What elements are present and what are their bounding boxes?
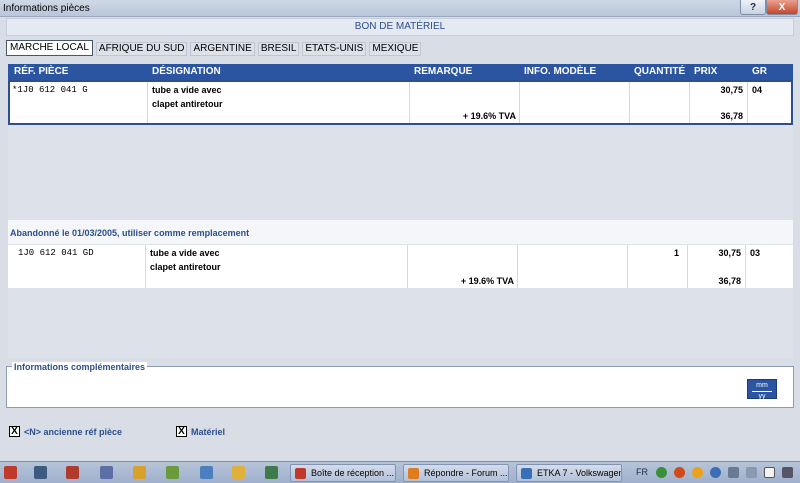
tab-marche-local[interactable]: MARCHE LOCAL bbox=[6, 40, 93, 56]
checkbox-materiel-box[interactable]: X bbox=[176, 426, 187, 437]
close-button[interactable]: X bbox=[766, 0, 798, 15]
mmyy-top: mm bbox=[756, 382, 768, 389]
replacement-prix-tva: 36,78 bbox=[718, 276, 741, 286]
tab-afrique-du-sud[interactable]: AFRIQUE DU SUD bbox=[95, 42, 188, 56]
designation-line2: clapet antiretour bbox=[152, 99, 223, 109]
quicklaunch-icon-4[interactable] bbox=[166, 466, 179, 479]
quicklaunch-icon-2[interactable] bbox=[100, 466, 113, 479]
volume-icon[interactable] bbox=[782, 467, 793, 478]
tray-icon-3[interactable] bbox=[692, 467, 703, 478]
table-header: RÉF. PIÈCE DÉSIGNATION REMARQUE INFO. MO… bbox=[8, 64, 793, 80]
task-button-etka[interactable]: ETKA 7 - Volkswagen bbox=[516, 464, 622, 482]
col-gr[interactable]: GR bbox=[746, 64, 793, 80]
table-row-replacement[interactable]: 1J0 612 041 GD tube a vide avec clapet a… bbox=[8, 245, 793, 288]
tray-icon-6[interactable] bbox=[746, 467, 757, 478]
info-complementaires-box bbox=[6, 366, 794, 408]
quicklaunch-icon-6[interactable] bbox=[232, 466, 245, 479]
language-indicator[interactable]: FR bbox=[636, 467, 648, 477]
checkbox-ancienne-ref[interactable]: X <N> ancienne réf pièce bbox=[9, 426, 122, 437]
firefox-icon bbox=[408, 468, 419, 479]
quicklaunch-icon-5[interactable] bbox=[200, 466, 213, 479]
replacement-designation-line2: clapet antiretour bbox=[150, 262, 221, 272]
checkbox-ancienne-ref-label: <N> ancienne réf pièce bbox=[24, 426, 123, 437]
battery-icon[interactable] bbox=[764, 467, 775, 478]
info-complementaires-label: Informations complémentaires bbox=[12, 362, 148, 372]
tab-etats-unis[interactable]: ETATS-UNIS bbox=[302, 42, 367, 56]
quicklaunch-icon-7[interactable] bbox=[265, 466, 278, 479]
tray-icon-5[interactable] bbox=[728, 467, 739, 478]
desktop-icon[interactable] bbox=[34, 466, 47, 479]
col-remarque[interactable]: REMARQUE bbox=[408, 64, 518, 80]
prix: 30,75 bbox=[720, 85, 743, 95]
country-tabs: MARCHE LOCAL AFRIQUE DU SUD ARGENTINE BR… bbox=[6, 40, 424, 56]
replacement-quantite: 1 bbox=[673, 248, 679, 258]
tray-icon-2[interactable] bbox=[674, 467, 685, 478]
prix-tva: 36,78 bbox=[720, 111, 743, 121]
help-button[interactable]: ? bbox=[740, 0, 766, 15]
tray-icon-4[interactable] bbox=[710, 467, 721, 478]
replacement-designation-line1: tube a vide avec bbox=[150, 248, 220, 258]
quicklaunch-icon-3[interactable] bbox=[133, 466, 146, 479]
task-button-forum[interactable]: Répondre - Forum ... bbox=[403, 464, 509, 482]
task-button-mail[interactable]: Boîte de réception ... bbox=[290, 464, 396, 482]
col-ref[interactable]: RÉF. PIÈCE bbox=[8, 64, 146, 80]
col-prix[interactable]: PRIX bbox=[688, 64, 746, 80]
gr: 04 bbox=[752, 85, 763, 95]
parts-table: RÉF. PIÈCE DÉSIGNATION REMARQUE INFO. MO… bbox=[8, 64, 793, 218]
tray-icon-1[interactable] bbox=[656, 467, 667, 478]
checkbox-materiel[interactable]: X Matériel bbox=[176, 426, 225, 437]
table-row-selected[interactable]: *1J0 612 041 G tube a vide avec clapet a… bbox=[8, 80, 793, 125]
start-icon[interactable] bbox=[4, 466, 17, 479]
replacement-ref: 1J0 612 041 GD bbox=[18, 248, 94, 258]
section-title: BON DE MATÉRIEL bbox=[6, 18, 794, 36]
replacement-prix: 30,75 bbox=[718, 248, 741, 258]
designation-line1: tube a vide avec bbox=[152, 85, 222, 95]
date-format-button[interactable]: mm yy bbox=[747, 379, 777, 400]
col-quantite[interactable]: QUANTITÉ bbox=[628, 64, 688, 80]
window-title: Informations pièces bbox=[3, 3, 90, 14]
checkbox-materiel-label: Matériel bbox=[191, 426, 226, 437]
tab-argentine[interactable]: ARGENTINE bbox=[190, 42, 255, 56]
replacement-gr: 03 bbox=[750, 248, 761, 258]
mmyy-bottom: yy bbox=[758, 393, 766, 400]
replacement-remarque-tva: + 19.6% TVA bbox=[460, 276, 514, 286]
col-designation[interactable]: DÉSIGNATION bbox=[146, 64, 408, 80]
app-icon bbox=[521, 468, 532, 479]
replacement-message: Abandonné le 01/03/2005, utiliser comme … bbox=[10, 228, 250, 238]
taskbar: Boîte de réception ... Répondre - Forum … bbox=[0, 461, 800, 483]
tab-bresil[interactable]: BRESIL bbox=[257, 42, 300, 56]
mail-icon bbox=[295, 468, 306, 479]
tab-mexique[interactable]: MEXIQUE bbox=[369, 42, 422, 56]
remarque-tva: + 19.6% TVA bbox=[462, 111, 516, 121]
window-titlebar: Informations pièces ? X bbox=[0, 0, 800, 17]
col-info-modele[interactable]: INFO. MODÈLE bbox=[518, 64, 628, 80]
part-ref: *1J0 612 041 G bbox=[12, 85, 88, 95]
checkbox-ancienne-ref-box[interactable]: X bbox=[9, 426, 20, 437]
quicklaunch-icon-1[interactable] bbox=[66, 466, 79, 479]
